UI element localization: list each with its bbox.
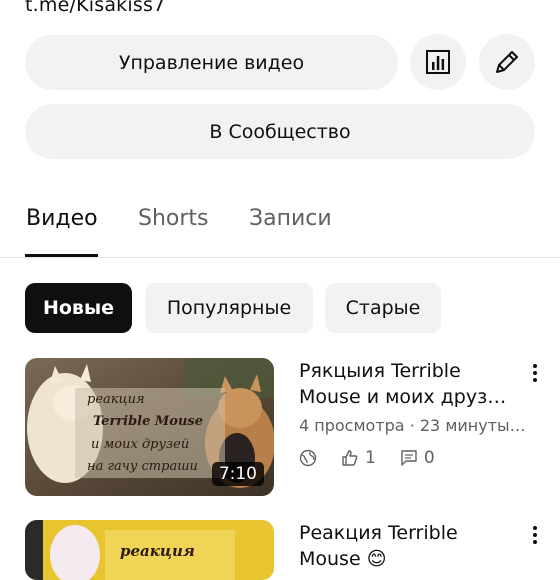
comment-icon [401, 450, 417, 466]
video-title-line: Реакция Terrible [299, 522, 458, 544]
thumbnail-caption: на гачу страши [87, 459, 198, 474]
analytics-button[interactable] [410, 34, 466, 90]
video-thumbnail[interactable]: реакция [25, 520, 274, 580]
channel-link[interactable]: t.me/Kisakiss7 [25, 0, 165, 16]
like-count: 1 [365, 448, 376, 468]
tabs-divider [0, 257, 560, 258]
tab-posts[interactable]: Записи [249, 206, 332, 231]
edit-button[interactable] [479, 34, 535, 90]
tab-shorts[interactable]: Shorts [138, 206, 209, 231]
tab-videos[interactable]: Видео [26, 206, 98, 231]
video-thumbnail[interactable]: реакция Terrible Mouse и моих друзей на … [25, 358, 274, 496]
dot [533, 378, 537, 382]
comment-count: 0 [423, 448, 435, 468]
filter-newest[interactable]: Новые [25, 283, 132, 333]
video-meta: 4 просмотра · 23 минуты… [299, 416, 526, 435]
video-stats: 1 0 [299, 448, 435, 468]
dot [533, 540, 537, 544]
thumbnail-caption: реакция [87, 392, 145, 407]
thumbnail-caption: Terrible Mouse [93, 414, 204, 429]
community-label: В Сообщество [209, 120, 351, 143]
dot [533, 533, 537, 537]
globe-icon [299, 449, 317, 467]
manage-videos-label: Управление видео [118, 51, 305, 74]
video-more-button[interactable] [526, 521, 544, 549]
thumbs-up-icon [342, 450, 358, 466]
video-title[interactable]: Рякцыия Terrible Mouse и моих друз… [299, 358, 506, 410]
video-duration: 7:10 [211, 462, 264, 486]
video-title-line: Рякцыия Terrible [299, 360, 461, 382]
community-button[interactable]: В Сообщество [25, 104, 535, 159]
video-title-line: Mouse 😊 [299, 548, 387, 570]
dot [533, 526, 537, 530]
video-title-line: Mouse и моих друз… [299, 386, 507, 408]
video-title[interactable]: Реакция Terrible Mouse 😊 [299, 520, 458, 572]
thumbnail-caption: реакция [120, 542, 195, 560]
dot [533, 371, 537, 375]
thumbnail-caption: и моих друзей [91, 437, 190, 452]
filter-oldest[interactable]: Старые [325, 283, 441, 333]
filter-popular[interactable]: Популярные [145, 283, 313, 333]
pencil-icon [496, 51, 518, 73]
bar-chart-icon [426, 50, 450, 74]
dot [533, 364, 537, 368]
manage-videos-button[interactable]: Управление видео [25, 35, 398, 90]
video-more-button[interactable] [526, 359, 544, 387]
